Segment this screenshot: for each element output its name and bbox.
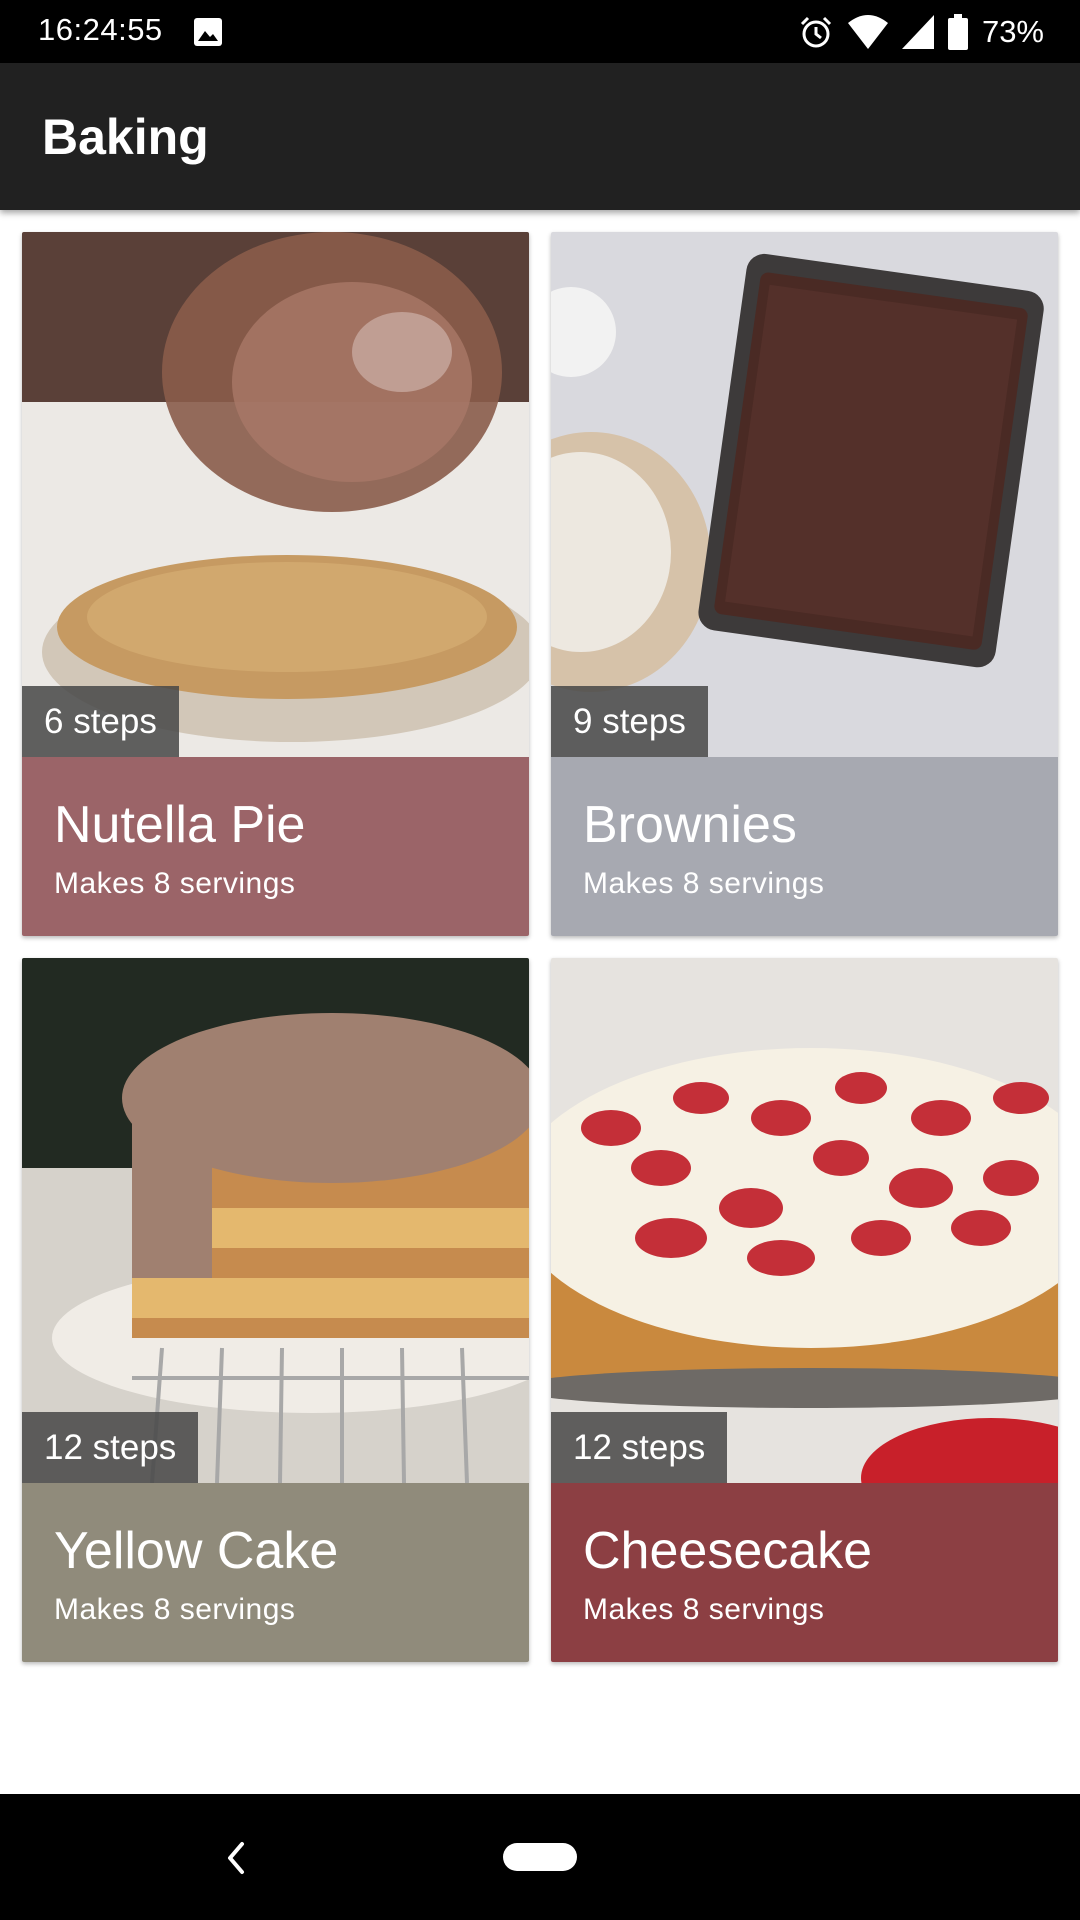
card-footer: Yellow Cake Makes 8 servings: [22, 1483, 529, 1662]
recipe-card-yellow-cake[interactable]: 12 steps Yellow Cake Makes 8 servings: [22, 958, 529, 1662]
app-bar: Baking: [0, 63, 1080, 210]
status-bar: 16:24:55 73%: [0, 0, 1080, 63]
card-footer: Cheesecake Makes 8 servings: [551, 1483, 1058, 1662]
page-title: Baking: [42, 109, 209, 165]
home-button[interactable]: [503, 1843, 577, 1871]
steps-badge: 9 steps: [551, 686, 708, 757]
status-time: 16:24:55: [38, 12, 163, 47]
back-icon[interactable]: [216, 1834, 256, 1882]
steps-badge: 6 steps: [22, 686, 179, 757]
battery-level: 73%: [981, 14, 1044, 49]
recipe-card-nutella-pie[interactable]: 6 steps Nutella Pie Makes 8 servings: [22, 232, 529, 936]
recipe-servings: Makes 8 servings: [583, 1593, 825, 1626]
signal-icon: [901, 15, 934, 49]
steps-badge: 12 steps: [22, 1412, 199, 1483]
steps-badge: 12 steps: [551, 1412, 728, 1483]
recipe-name: Nutella Pie: [54, 796, 306, 854]
recipe-servings: Makes 8 servings: [583, 867, 825, 900]
recipe-card-brownies[interactable]: 9 steps Brownies Makes 8 servings: [551, 232, 1058, 936]
recipe-name: Yellow Cake: [54, 1522, 339, 1580]
card-footer: Brownies Makes 8 servings: [551, 757, 1058, 936]
recipe-image: [551, 232, 1058, 757]
alarm-icon: [800, 16, 832, 48]
battery-icon: [947, 14, 968, 50]
recipe-servings: Makes 8 servings: [54, 867, 296, 900]
recipe-image: [551, 958, 1058, 1483]
recipe-name: Cheesecake: [583, 1522, 873, 1580]
recipe-name: Brownies: [583, 796, 797, 854]
wifi-icon: [847, 15, 888, 49]
recipe-grid: 6 steps Nutella Pie Makes 8 servings 9 s…: [22, 232, 1058, 1662]
gallery-icon: [194, 18, 222, 46]
recipe-card-cheesecake[interactable]: 12 steps Cheesecake Makes 8 servings: [551, 958, 1058, 1662]
recipe-servings: Makes 8 servings: [54, 1593, 296, 1626]
recipe-image: [22, 958, 529, 1483]
recipe-image: [22, 232, 529, 757]
card-footer: Nutella Pie Makes 8 servings: [22, 757, 529, 936]
